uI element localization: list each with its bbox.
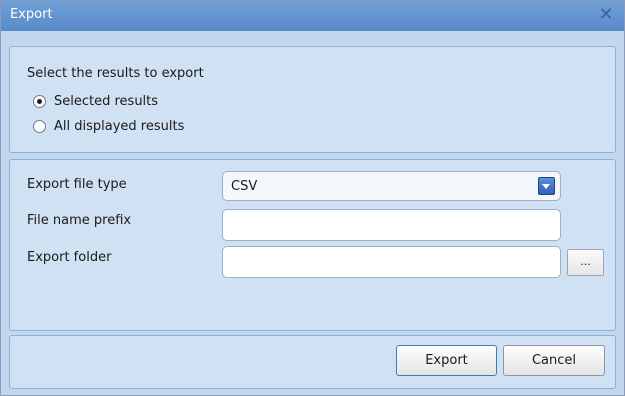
close-icon[interactable]: ✕ [596, 5, 616, 25]
file-type-value: CSV [231, 179, 258, 194]
window-title: Export [10, 7, 53, 22]
browse-button[interactable]: ... [567, 249, 604, 276]
radio-selected-results[interactable]: Selected results [33, 94, 158, 109]
file-name-prefix-input[interactable] [222, 209, 561, 241]
selection-prompt: Select the results to export [27, 66, 204, 81]
cancel-button[interactable]: Cancel [503, 345, 605, 376]
radio-label: Selected results [54, 94, 159, 109]
radio-button[interactable] [33, 95, 46, 108]
file-type-select[interactable]: CSV [222, 171, 561, 201]
export-button[interactable]: Export [396, 345, 497, 376]
title-bar: Export ✕ [1, 1, 624, 31]
chevron-down-icon[interactable] [538, 177, 555, 195]
file-type-label: Export file type [27, 177, 127, 192]
export-folder-label: Export folder [27, 250, 112, 265]
radio-button[interactable] [33, 120, 46, 133]
file-name-prefix-label: File name prefix [27, 213, 132, 228]
export-folder-input[interactable] [222, 246, 561, 278]
radio-label: All displayed results [54, 119, 185, 134]
radio-all-displayed-results[interactable]: All displayed results [33, 119, 184, 134]
